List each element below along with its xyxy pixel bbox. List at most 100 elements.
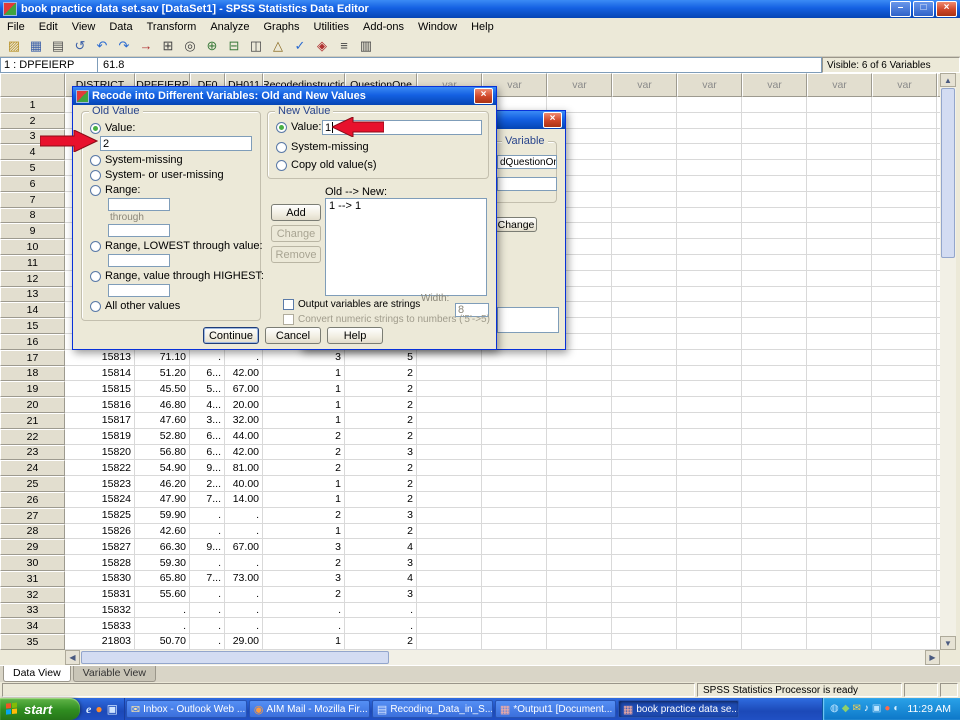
- grid-cell[interactable]: [547, 460, 612, 476]
- grid-cell[interactable]: [547, 397, 612, 413]
- grid-cell[interactable]: [482, 445, 547, 461]
- grid-cell[interactable]: [742, 492, 807, 508]
- grid-cell[interactable]: .: [135, 618, 190, 634]
- grid-cell[interactable]: [742, 97, 807, 113]
- grid-cell[interactable]: [872, 508, 937, 524]
- grid-cell[interactable]: 47.90: [135, 492, 190, 508]
- grid-cell[interactable]: 2: [345, 366, 417, 382]
- grid-cell[interactable]: [482, 413, 547, 429]
- grid-cell[interactable]: [742, 144, 807, 160]
- grid-cell[interactable]: [872, 239, 937, 255]
- grid-corner-cell[interactable]: [0, 73, 65, 97]
- grid-cell[interactable]: [677, 113, 742, 129]
- old-system-missing-radio[interactable]: System-missing: [90, 154, 183, 166]
- grid-cell[interactable]: [807, 603, 872, 619]
- grid-cell[interactable]: [482, 429, 547, 445]
- grid-cell[interactable]: 15813: [65, 350, 135, 366]
- grid-cell[interactable]: [417, 492, 482, 508]
- grid-cell[interactable]: [677, 397, 742, 413]
- cell-editor[interactable]: 61.8: [98, 57, 822, 73]
- grid-cell[interactable]: [612, 113, 677, 129]
- grid-cell[interactable]: [417, 587, 482, 603]
- grid-cell[interactable]: [417, 603, 482, 619]
- grid-cell[interactable]: 7...: [190, 492, 225, 508]
- grid-cell[interactable]: 15816: [65, 397, 135, 413]
- grid-cell[interactable]: [872, 555, 937, 571]
- grid-cell[interactable]: [742, 397, 807, 413]
- help-button[interactable]: Help: [327, 327, 383, 344]
- taskbar-task[interactable]: ▦book practice data se...: [618, 700, 739, 718]
- grid-cell[interactable]: 44.00: [225, 429, 263, 445]
- grid-cell[interactable]: 4...: [190, 397, 225, 413]
- continue-button[interactable]: Continue: [203, 327, 259, 344]
- row-header[interactable]: 6: [0, 176, 65, 192]
- grid-cell[interactable]: [482, 634, 547, 650]
- tab-data-view[interactable]: Data View: [3, 666, 71, 682]
- grid-cell[interactable]: [937, 587, 940, 603]
- grid-cell[interactable]: [872, 223, 937, 239]
- grid-cell[interactable]: 42.60: [135, 524, 190, 540]
- grid-cell[interactable]: [547, 476, 612, 492]
- row-header[interactable]: 29: [0, 539, 65, 555]
- grid-cell[interactable]: 66.30: [135, 539, 190, 555]
- grid-cell[interactable]: [872, 255, 937, 271]
- grid-cell[interactable]: [872, 492, 937, 508]
- grid-cell[interactable]: 3: [345, 555, 417, 571]
- grid-cell[interactable]: [937, 271, 940, 287]
- grid-cell[interactable]: [677, 318, 742, 334]
- grid-cell[interactable]: 50.70: [135, 634, 190, 650]
- menu-view[interactable]: View: [65, 20, 103, 34]
- grid-cell[interactable]: [742, 160, 807, 176]
- range-to-input[interactable]: [108, 224, 170, 237]
- grid-cell[interactable]: 2: [345, 460, 417, 476]
- grid-cell[interactable]: [612, 176, 677, 192]
- grid-cell[interactable]: [937, 571, 940, 587]
- grid-cell[interactable]: 3: [263, 350, 345, 366]
- grid-cell[interactable]: [807, 334, 872, 350]
- grid-cell[interactable]: .: [190, 634, 225, 650]
- range-lowest-input[interactable]: [108, 254, 170, 267]
- grid-cell[interactable]: [937, 160, 940, 176]
- grid-cell[interactable]: [482, 397, 547, 413]
- grid-cell[interactable]: [612, 381, 677, 397]
- grid-cell[interactable]: [937, 366, 940, 382]
- grid-cell[interactable]: [937, 318, 940, 334]
- grid-cell[interactable]: 15814: [65, 366, 135, 382]
- grid-cell[interactable]: [742, 429, 807, 445]
- row-header[interactable]: 5: [0, 160, 65, 176]
- grid-cell[interactable]: 15819: [65, 429, 135, 445]
- grid-cell[interactable]: [677, 176, 742, 192]
- grid-cell[interactable]: [872, 334, 937, 350]
- grid-cell[interactable]: [677, 381, 742, 397]
- grid-cell[interactable]: [807, 318, 872, 334]
- grid-cell[interactable]: [612, 334, 677, 350]
- add-button[interactable]: Add: [271, 204, 321, 221]
- grid-cell[interactable]: [807, 571, 872, 587]
- grid-cell[interactable]: .: [190, 524, 225, 540]
- row-header[interactable]: 17: [0, 350, 65, 366]
- grid-cell[interactable]: 65.80: [135, 571, 190, 587]
- grid-cell[interactable]: [937, 603, 940, 619]
- grid-cell[interactable]: [937, 460, 940, 476]
- grid-cell[interactable]: 2: [263, 587, 345, 603]
- grid-cell[interactable]: [677, 302, 742, 318]
- start-button[interactable]: start: [0, 698, 80, 720]
- grid-cell[interactable]: [742, 287, 807, 303]
- quick-launch-ie-icon[interactable]: e: [86, 698, 91, 720]
- grid-cell[interactable]: [937, 492, 940, 508]
- column-header-var-11[interactable]: var: [742, 73, 807, 97]
- grid-cell[interactable]: [872, 287, 937, 303]
- menu-graphs[interactable]: Graphs: [256, 20, 306, 34]
- grid-cell[interactable]: [612, 318, 677, 334]
- grid-cell[interactable]: [482, 618, 547, 634]
- grid-cell[interactable]: [937, 255, 940, 271]
- grid-cell[interactable]: [677, 460, 742, 476]
- scroll-down-icon[interactable]: ▼: [940, 636, 956, 650]
- grid-cell[interactable]: 21803: [65, 634, 135, 650]
- grid-cell[interactable]: [612, 239, 677, 255]
- grid-cell[interactable]: 1: [263, 366, 345, 382]
- grid-cell[interactable]: [547, 539, 612, 555]
- tray-messenger-icon[interactable]: ✉: [852, 698, 860, 720]
- grid-cell[interactable]: [742, 318, 807, 334]
- remove-button[interactable]: Remove: [271, 246, 321, 263]
